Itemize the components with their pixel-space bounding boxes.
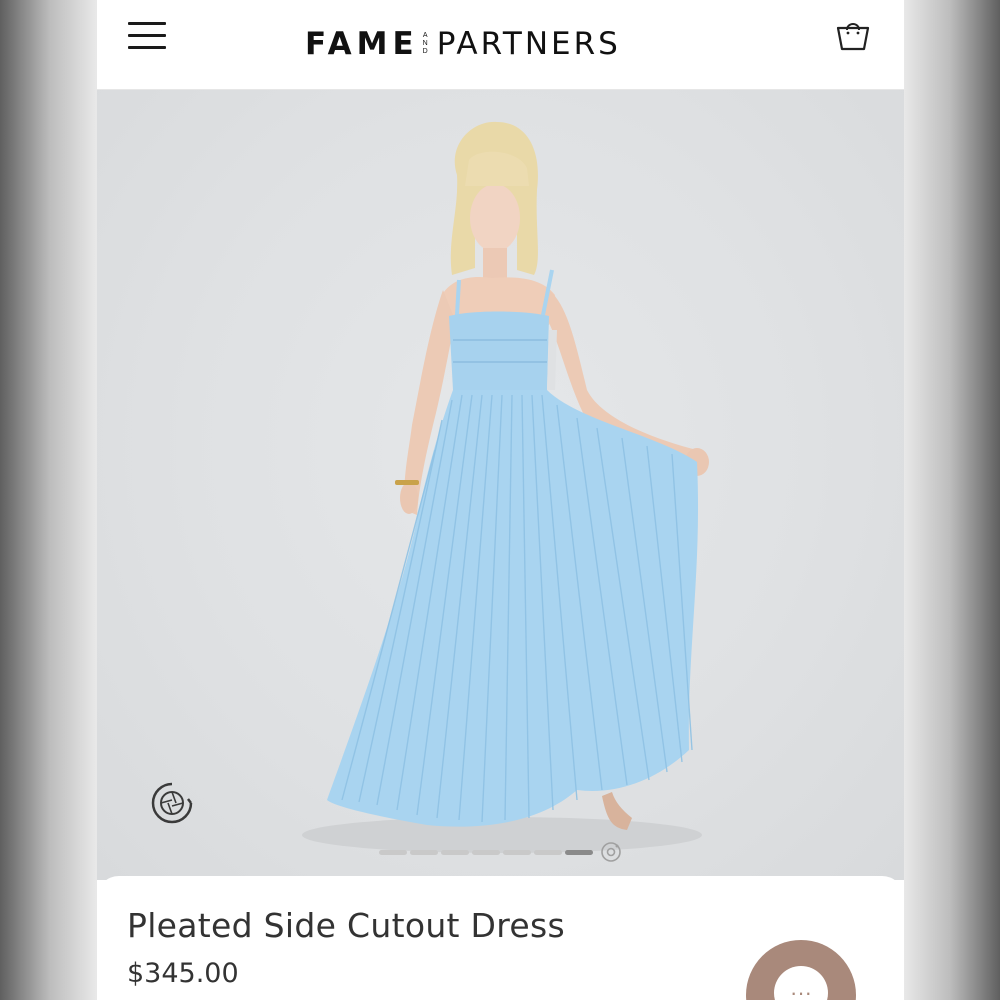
product-photo-model [302, 121, 709, 853]
brand-name-fame: FAME [305, 26, 419, 62]
pagination-dot-active[interactable] [565, 849, 593, 855]
brand-ampersand: A N D [422, 32, 428, 55]
brand-name-partners: PARTNERS [436, 26, 621, 62]
pagination-dot[interactable] [472, 849, 500, 855]
brand-logo[interactable]: FAME A N D PARTNERS [305, 24, 621, 64]
phone-screen: FAME A N D PARTNERS Pleated Side Cutout … [97, 0, 904, 1000]
chat-bubble-icon: ··· [774, 966, 828, 1000]
top-navigation-bar: FAME A N D PARTNERS [97, 0, 904, 90]
shopping-bag-icon[interactable] [834, 18, 872, 54]
pagination-dot[interactable] [379, 849, 407, 855]
camera-aperture-icon[interactable] [150, 781, 194, 825]
product-image-gallery[interactable] [97, 90, 904, 880]
product-price: $345.00 [127, 958, 239, 989]
pagination-dot[interactable] [503, 849, 531, 855]
gallery-pagination[interactable] [379, 842, 622, 862]
360-view-icon[interactable] [600, 841, 622, 863]
pagination-dot[interactable] [441, 849, 469, 855]
product-title: Pleated Side Cutout Dress [127, 906, 565, 945]
hamburger-menu-icon[interactable] [128, 22, 166, 50]
pagination-dot[interactable] [534, 849, 562, 855]
pagination-dot[interactable] [410, 849, 438, 855]
